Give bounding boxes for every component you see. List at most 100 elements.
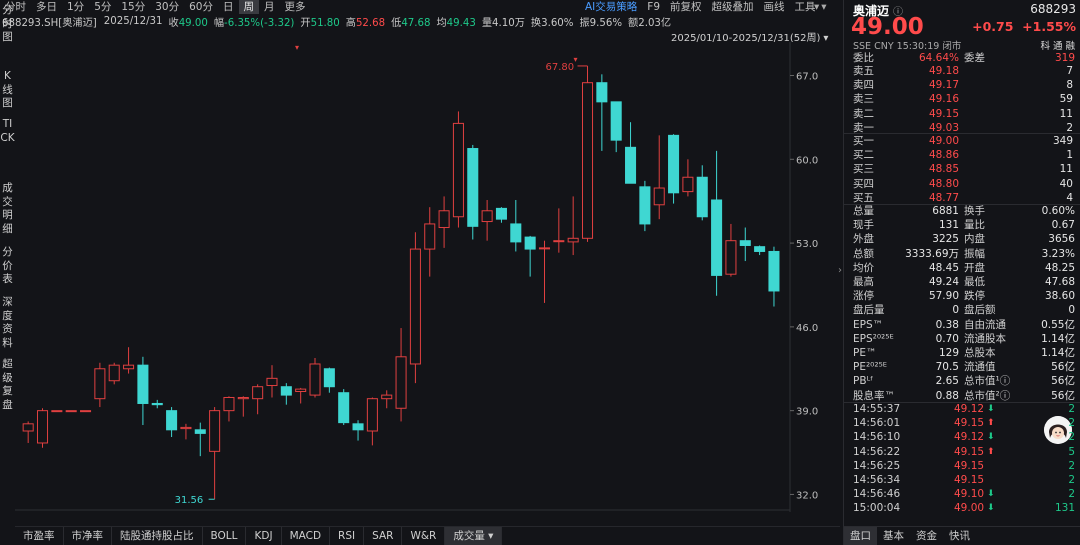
candle-body (94, 368, 106, 400)
bids-label: 买三 (853, 163, 874, 176)
stat-row: 总量 6881 换手 0.60% (844, 204, 1080, 218)
chevron-down-icon: ▾ (814, 1, 820, 13)
tick-time: 14:56:46 (853, 488, 901, 501)
indicator-tabs: 市盈率 市净率 陆股通持股占比 BOLL KDJ MACD RSI SAR W&R 成交量 ▾ (15, 526, 840, 545)
period-tab-8[interactable]: 周 (238, 0, 259, 14)
bids-label: 买四 (853, 177, 874, 190)
indicator-tab-4[interactable]: KDJ (246, 526, 282, 545)
period-tab-10[interactable]: 更多 (280, 0, 311, 14)
candle (108, 362, 120, 385)
period-tab-7[interactable]: 日 (218, 0, 239, 14)
tick-volume: 2 (1068, 459, 1075, 472)
indicator-tab-7[interactable]: SAR (364, 526, 403, 545)
candle-body (424, 223, 436, 250)
vtab-5[interactable]: 深度资料 (0, 296, 15, 350)
info-vol-value: 4.10万 (492, 17, 525, 29)
asks-volume: 7 (1066, 65, 1073, 77)
candle-body (395, 356, 407, 409)
period-tab-1[interactable]: 多日 (31, 0, 62, 14)
stat-label: 流通股本 (964, 332, 1006, 345)
stat-value: 1.14亿 (1041, 347, 1075, 359)
info-chg-value: -6.35%(-3.32) (224, 17, 295, 29)
info-amp-label: 振 (579, 17, 590, 29)
tick-row: 15:00:04 49.00 ⬇ 131 (844, 501, 1080, 515)
tick-volume: 131 (1054, 502, 1075, 515)
candle-body (223, 396, 235, 412)
period-tab-4[interactable]: 15分 (116, 0, 150, 14)
panel-tab-1[interactable]: 基本 (877, 527, 910, 545)
info-open-value: 51.80 (310, 17, 340, 29)
indicator-tab-8[interactable]: W&R (402, 526, 446, 545)
stat-label: 外盘 (853, 233, 874, 246)
vtab-3[interactable]: 成交明细 (0, 182, 15, 236)
info-avg-label: 均 (436, 17, 447, 29)
period-tab-3[interactable]: 5分 (89, 0, 116, 14)
vtab-0[interactable]: 分时图 (0, 4, 15, 45)
stat-label: 盘后量 (853, 304, 885, 317)
vtab-2[interactable]: TICK (0, 118, 15, 145)
adjust-button[interactable]: 前复权 (665, 0, 707, 14)
indicator-tab-5[interactable]: MACD (282, 526, 331, 545)
stat-row: 股息率™ 0.88 总市值²ⓘ 56亿 (844, 389, 1080, 403)
candle (467, 144, 479, 240)
info-close: 收49.00 (169, 14, 208, 29)
draw-line-button[interactable]: 画线 (759, 0, 790, 14)
candle (452, 111, 464, 228)
period-tab-6[interactable]: 60分 (184, 0, 218, 14)
tick-row: 14:56:34 49.15 2 (844, 473, 1080, 487)
bids-price: 48.86 (928, 149, 959, 162)
candle-body (280, 386, 292, 396)
tick-volume: 2 (1068, 488, 1075, 501)
y-tick-label: 67.0 (796, 72, 818, 83)
panel-tab-3[interactable]: 快讯 (943, 527, 976, 545)
max-label: 67.80 (546, 62, 575, 73)
indicator-tab-3[interactable]: BOLL (203, 526, 247, 545)
indicator-tab-9[interactable]: 成交量 ▾ (445, 526, 503, 545)
info-high-label: 高 (345, 17, 356, 29)
ai-strategy-button[interactable]: AI交易策略 (580, 0, 642, 14)
candle-body (194, 429, 206, 434)
asks-price: 49.17 (928, 79, 959, 92)
indicator-tab-2[interactable]: 陆股通持股占比 (112, 526, 203, 545)
panel-tab-0[interactable]: 盘口 (844, 527, 877, 545)
tick-time: 15:00:04 (853, 502, 901, 515)
stat-value: 3225 (932, 233, 959, 246)
info-vol: 量4.10万 (482, 14, 525, 29)
candle-body (108, 364, 120, 382)
stat-value: 129 (938, 347, 959, 359)
tick-time: 14:56:25 (853, 459, 901, 472)
vtab-6[interactable]: 超级复盘 (0, 358, 15, 412)
candle-body (596, 82, 608, 103)
y-tick-label: 60.0 (796, 155, 818, 166)
candle-body (653, 187, 665, 206)
arrow-down-icon: ⬇ (987, 503, 995, 514)
price-change: +0.75 +1.55% (972, 19, 1076, 34)
vtab-4[interactable]: 分价表 (0, 246, 15, 287)
candle-body (266, 377, 278, 387)
info-turn-label: 换 (530, 17, 542, 29)
panel-tab-2[interactable]: 资金 (910, 527, 943, 545)
bids-volume: 349 (1052, 135, 1073, 147)
overlay-button[interactable]: 超级叠加 (707, 0, 759, 14)
period-tab-2[interactable]: 1分 (62, 0, 89, 14)
indicator-tab-6[interactable]: RSI (330, 526, 365, 545)
tick-row: 14:56:22 49.15 ⬆ 5 (844, 445, 1080, 459)
vtab-1[interactable]: K线图 (0, 70, 15, 111)
stat-label: 最高 (853, 276, 874, 288)
kline-chart[interactable]: 67.060.053.046.039.032.025-0125-0225-032… (15, 42, 840, 512)
info-turn: 换3.60% (531, 14, 574, 29)
period-tab-9[interactable]: 月 (259, 0, 280, 14)
toolbar-more[interactable]: ▾ ▾ (812, 0, 840, 14)
candle (65, 410, 77, 413)
stat-label: 现手 (853, 219, 874, 232)
panel-collapse-handle[interactable]: › (838, 265, 842, 276)
indicator-tab-0[interactable]: 市盈率 (15, 526, 64, 545)
stat-label: 均价 (853, 261, 874, 274)
indicator-tab-1[interactable]: 市净率 (64, 526, 112, 545)
stat-label: 盘后额 (964, 304, 996, 317)
f9-button[interactable]: F9 (642, 0, 665, 14)
period-tab-5[interactable]: 30分 (150, 0, 184, 14)
candle-body (768, 250, 780, 292)
candle-body (366, 398, 378, 432)
tick-row: 14:55:37 49.12 ⬇ 2 (844, 402, 1080, 416)
